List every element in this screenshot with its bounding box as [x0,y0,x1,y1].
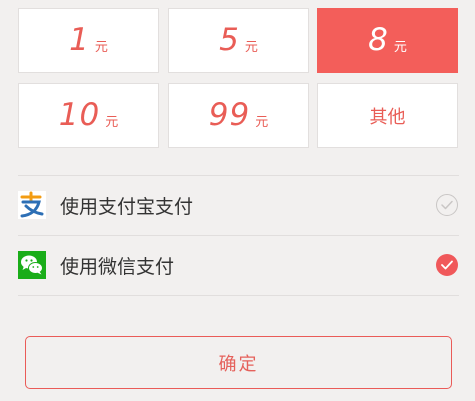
amount-unit: 元 [94,40,108,55]
radio-unchecked-icon[interactable] [436,194,458,216]
amount-unit: 元 [244,40,258,55]
payment-label: 使用支付宝支付 [60,195,194,218]
alipay-icon [18,191,46,219]
payment-label: 使用微信支付 [60,255,175,278]
wechat-icon [18,251,46,279]
amount-other-label: 其他 [369,106,406,128]
amount-option-99[interactable]: 99 元 [168,83,309,148]
amount-value: 1 [69,22,90,58]
amount-option-other[interactable]: 其他 [317,83,458,148]
amount-value: 5 [219,22,240,58]
amount-unit: 元 [255,115,269,130]
divider [18,295,459,296]
amount-option-5[interactable]: 5 元 [168,8,309,73]
amount-unit: 元 [105,115,119,130]
confirm-button[interactable]: 确定 [25,336,452,389]
amount-option-10[interactable]: 10 元 [18,83,159,148]
amount-value: 8 [368,22,389,58]
amount-value: 99 [208,97,251,133]
amount-option-8[interactable]: 8 元 [317,8,458,73]
amount-option-1[interactable]: 1 元 [18,8,159,73]
payment-option-alipay[interactable]: 使用支付宝支付 [18,176,459,234]
amount-unit: 元 [393,40,407,55]
amount-grid: 1 元 5 元 8 元 10 元 99 元 其他 [18,8,459,149]
amount-value: 10 [58,97,101,133]
payment-option-wechat[interactable]: 使用微信支付 [18,236,459,294]
radio-checked-icon[interactable] [436,254,458,276]
